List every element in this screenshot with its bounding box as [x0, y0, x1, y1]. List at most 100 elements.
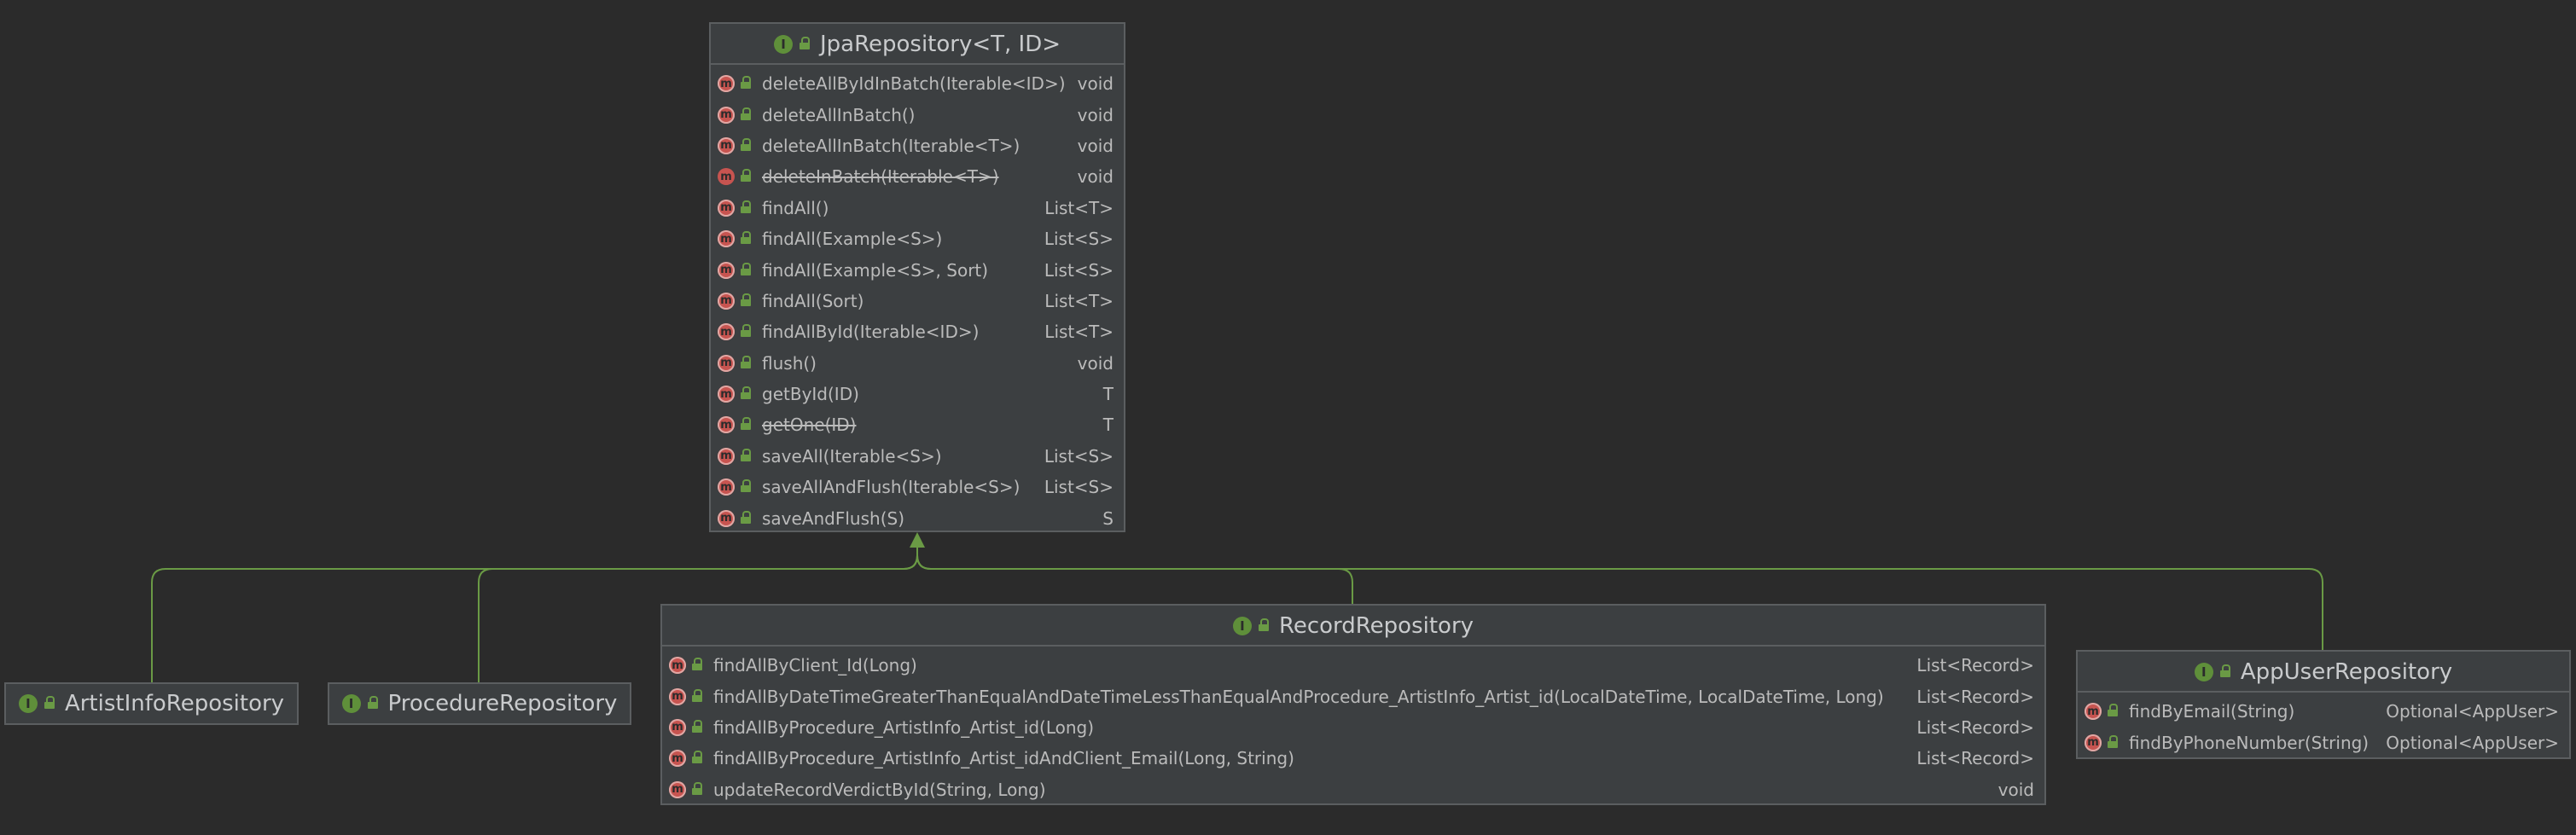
return-type: List<T> — [1044, 322, 1114, 343]
abstract-method-icon: m — [669, 750, 686, 768]
method-row[interactable]: m deleteAllByIdInBatch(Iterable<ID>) void — [711, 68, 1124, 99]
method-row[interactable]: m findAllByDateTimeGreaterThanEqualAndDat… — [662, 681, 2044, 711]
return-type: List<T> — [1044, 197, 1114, 218]
method-signature: findAllByProcedure_ArtistInfo_Artist_id(… — [713, 716, 1095, 738]
method-row[interactable]: m deleteInBatch(Iterable<T>) void — [711, 161, 1124, 192]
abstract-method-icon: m — [718, 199, 735, 217]
interface-icon: I — [773, 35, 793, 54]
abstract-method-icon: m — [718, 323, 735, 341]
return-type: List<T> — [1044, 290, 1114, 311]
method-signature: getOne(ID) — [762, 415, 857, 436]
procedure-repository-node[interactable]: I ProcedureRepository — [328, 682, 631, 725]
jpa-repository-title: JpaRepository<T, ID> — [819, 32, 1061, 57]
abstract-method-icon: m — [718, 136, 735, 154]
interface-icon: I — [341, 694, 361, 713]
public-lock-icon — [741, 355, 751, 368]
public-lock-icon — [741, 293, 751, 306]
procedure-repository-title: ProcedureRepository — [387, 691, 618, 716]
interface-icon: I — [18, 694, 38, 713]
record-repository-node[interactable]: I RecordRepository m findAllByClient_Id(L… — [660, 604, 2046, 805]
jpa-repository-node[interactable]: I JpaRepository<T, ID> m deleteAllByIdInB… — [709, 22, 1125, 532]
public-lock-icon — [741, 200, 751, 213]
public-lock-icon — [367, 696, 378, 709]
method-row[interactable]: m deleteAllInBatch() void — [711, 99, 1124, 130]
public-lock-icon — [741, 137, 751, 151]
method-row[interactable]: m findAllById(Iterable<ID>) List<T> — [711, 316, 1124, 347]
return-type: List<Record> — [1916, 686, 2034, 707]
return-type: List<S> — [1044, 477, 1114, 498]
public-lock-icon — [741, 324, 751, 338]
app-user-repository-node[interactable]: I AppUserRepository m findByEmail(String)… — [2076, 650, 2571, 759]
method-row[interactable]: m getOne(ID) T — [711, 409, 1124, 440]
method-signature: deleteAllInBatch(Iterable<T>) — [762, 135, 1021, 156]
public-lock-icon — [741, 510, 751, 524]
method-row[interactable]: m findAll(Example<S>) List<S> — [711, 223, 1124, 254]
public-lock-icon — [741, 479, 751, 493]
jpa-member-list: m deleteAllByIdInBatch(Iterable<ID>) void m… — [711, 65, 1124, 534]
method-row[interactable]: m getById(ID) T — [711, 379, 1124, 409]
return-type: void — [1077, 166, 1114, 188]
method-signature: updateRecordVerdictById(String, Long) — [713, 779, 1046, 800]
return-type: S — [1102, 507, 1114, 529]
app-user-repository-header: I AppUserRepository — [2078, 652, 2569, 693]
abstract-method-icon: m — [718, 261, 735, 279]
return-type: void — [1077, 73, 1114, 95]
return-type: List<S> — [1044, 445, 1114, 467]
public-lock-icon — [741, 386, 751, 400]
abstract-method-icon: m — [718, 478, 735, 496]
abstract-method-icon: m — [669, 657, 686, 675]
method-row[interactable]: m findAllByProcedure_ArtistInfo_Artist_id… — [662, 712, 2044, 743]
artist-info-repository-title: ArtistInfoRepository — [64, 691, 285, 716]
abstract-method-icon: m — [718, 106, 735, 124]
method-signature: saveAll(Iterable<S>) — [762, 445, 942, 467]
record-repository-title: RecordRepository — [1278, 613, 1474, 639]
method-icon: m — [718, 168, 735, 186]
return-type: T — [1102, 415, 1114, 436]
return-type: void — [1997, 779, 2034, 800]
method-row[interactable]: m findByPhoneNumber(String) Optional<AppUs… — [2078, 727, 2569, 757]
method-signature: deleteAllInBatch() — [762, 104, 916, 125]
public-lock-icon — [741, 448, 751, 461]
public-lock-icon — [44, 696, 55, 709]
abstract-method-icon: m — [718, 292, 735, 310]
return-type: List<Record> — [1916, 748, 2034, 769]
public-lock-icon — [741, 107, 751, 120]
artist-info-repository-node[interactable]: I ArtistInfoRepository — [4, 682, 299, 725]
abstract-method-icon: m — [669, 687, 686, 705]
method-signature: deleteAllByIdInBatch(Iterable<ID>) — [762, 73, 1066, 95]
method-row[interactable]: m deleteAllInBatch(Iterable<T>) void — [711, 130, 1124, 161]
method-row[interactable]: m findAll() List<T> — [711, 193, 1124, 223]
method-row[interactable]: m findAll(Sort) List<T> — [711, 286, 1124, 316]
method-signature: findByEmail(String) — [2129, 701, 2295, 722]
public-lock-icon — [741, 417, 751, 431]
method-row[interactable]: m findAllByProcedure_ArtistInfo_Artist_id… — [662, 743, 2044, 774]
public-lock-icon — [1258, 618, 1269, 631]
generalization-arrowhead — [910, 532, 925, 548]
method-signature: findAllByClient_Id(Long) — [713, 655, 917, 676]
method-signature: deleteInBatch(Iterable<T>) — [762, 166, 999, 188]
method-row[interactable]: m saveAll(Iterable<S>) List<S> — [711, 441, 1124, 472]
method-signature: saveAllAndFlush(Iterable<S>) — [762, 477, 1021, 498]
abstract-method-icon: m — [718, 416, 735, 434]
return-type: void — [1077, 352, 1114, 374]
public-lock-icon — [692, 688, 702, 702]
method-row[interactable]: m findByEmail(String) Optional<AppUser> — [2078, 696, 2569, 727]
method-row[interactable]: m findAll(Example<S>, Sort) List<S> — [711, 254, 1124, 285]
method-row[interactable]: m saveAndFlush(S) S — [711, 502, 1124, 533]
app-user-member-list: m findByEmail(String) Optional<AppUser> m fi… — [2078, 693, 2569, 758]
method-signature: findAll() — [762, 197, 829, 218]
procedure-repository-header: I ProcedureRepository — [329, 684, 630, 723]
abstract-method-icon: m — [718, 447, 735, 465]
public-lock-icon — [2108, 704, 2118, 717]
abstract-method-icon: m — [2085, 703, 2102, 721]
method-row[interactable]: m flush() void — [711, 348, 1124, 379]
public-lock-icon — [741, 169, 751, 183]
method-row[interactable]: m saveAllAndFlush(Iterable<S>) List<S> — [711, 472, 1124, 502]
return-type: List<Record> — [1916, 716, 2034, 738]
method-row[interactable]: m findAllByClient_Id(Long) List<Record> — [662, 650, 2044, 681]
method-signature: findAll(Example<S>) — [762, 229, 943, 250]
return-type: Optional<AppUser> — [2386, 732, 2559, 753]
abstract-method-icon: m — [669, 718, 686, 736]
method-row[interactable]: m updateRecordVerdictById(String, Long) vo… — [662, 774, 2044, 805]
method-signature: flush() — [762, 352, 817, 374]
